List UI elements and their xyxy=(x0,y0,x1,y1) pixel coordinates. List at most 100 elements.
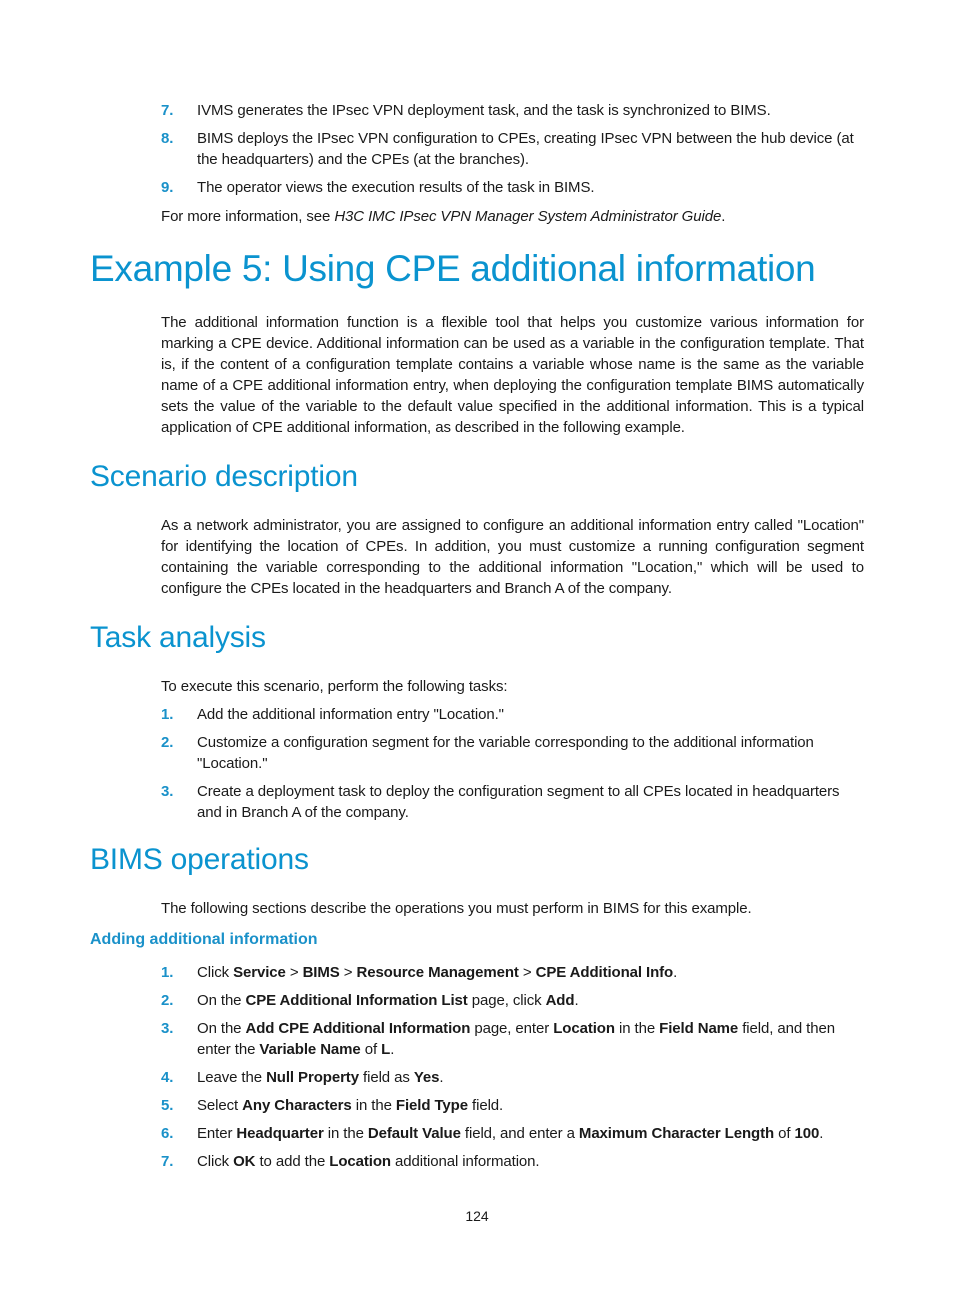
list-item: 8. BIMS deploys the IPsec VPN configurati… xyxy=(161,128,864,170)
scenario-text: As a network administrator, you are assi… xyxy=(161,517,864,597)
step-text: Leave the Null Property field as Yes. xyxy=(197,1069,444,1086)
step-number: 1. xyxy=(161,964,174,981)
step-number: 2. xyxy=(161,992,174,1009)
text-run: > xyxy=(285,964,303,981)
ui-term: Location xyxy=(329,1153,391,1170)
list-number: 1. xyxy=(161,706,174,723)
more-info-suffix: . xyxy=(721,208,726,225)
text-run: in the xyxy=(614,1020,660,1037)
more-info-prefix: For more information, see xyxy=(161,208,335,225)
list-text: BIMS deploys the IPsec VPN configuration… xyxy=(197,130,854,168)
text-run: additional information. xyxy=(390,1153,540,1170)
guide-reference: H3C IMC IPsec VPN Manager System Adminis… xyxy=(334,208,722,225)
text-run: Click xyxy=(197,964,234,981)
document-page: 7. IVMS generates the IPsec VPN deploymen… xyxy=(0,0,954,1296)
task-list: 1. Add the additional information entry "… xyxy=(161,704,864,830)
step-text: Click Service > BIMS > Resource Manageme… xyxy=(197,964,677,981)
ui-term: Variable Name xyxy=(259,1041,361,1058)
step-text: Select Any Characters in the Field Type … xyxy=(197,1097,503,1114)
list-item: 2. Customize a configuration segment for … xyxy=(161,732,864,774)
step-number: 6. xyxy=(161,1125,174,1142)
step-number: 3. xyxy=(161,1020,174,1037)
task-analysis-intro: To execute this scenario, perform the fo… xyxy=(161,678,508,695)
ui-term: Maximum Character Length xyxy=(578,1125,775,1142)
ui-term: OK xyxy=(233,1153,256,1170)
ui-term: Location xyxy=(553,1020,615,1037)
ui-term: BIMS xyxy=(302,964,340,981)
ui-term: Resource Management xyxy=(356,964,519,981)
list-text: IVMS generates the IPsec VPN deployment … xyxy=(197,102,771,119)
text-run: On the xyxy=(197,1020,246,1037)
list-text: Create a deployment task to deploy the c… xyxy=(197,783,840,821)
intro-list: 7. IVMS generates the IPsec VPN deploymen… xyxy=(161,100,864,205)
step-text: On the Add CPE Additional Information pa… xyxy=(197,1020,835,1058)
step-item: 4. Leave the Null Property field as Yes. xyxy=(161,1067,864,1088)
list-text: Customize a configuration segment for th… xyxy=(197,734,814,772)
text-run: in the xyxy=(351,1097,396,1114)
step-item: 5. Select Any Characters in the Field Typ… xyxy=(161,1095,864,1116)
ui-term: Field Name xyxy=(659,1020,739,1037)
ui-term: Service xyxy=(233,964,286,981)
page-number: 124 xyxy=(465,1208,489,1224)
step-text: On the CPE Additional Information List p… xyxy=(197,992,579,1009)
example-intro: The additional information function is a… xyxy=(161,314,864,436)
ui-term: Null Property xyxy=(266,1069,359,1086)
ui-term: Add CPE Additional Information xyxy=(245,1020,471,1037)
step-item: 2. On the CPE Additional Information List… xyxy=(161,990,864,1011)
list-item: 1. Add the additional information entry "… xyxy=(161,704,864,725)
text-run: field as xyxy=(358,1069,414,1086)
ui-term: Headquarter xyxy=(236,1125,324,1142)
ui-term: CPE Additional Info xyxy=(535,964,674,981)
task-analysis-heading: Task analysis xyxy=(90,621,266,654)
step-item: 1. Click Service > BIMS > Resource Manage… xyxy=(161,962,864,983)
text-run: field. xyxy=(467,1097,504,1114)
ui-term: Yes xyxy=(413,1069,440,1086)
ui-term: L xyxy=(381,1041,391,1058)
list-item: 3. Create a deployment task to deploy the… xyxy=(161,781,864,823)
steps-list: 1. Click Service > BIMS > Resource Manage… xyxy=(161,962,864,1179)
text-run: field, and enter a xyxy=(460,1125,579,1142)
text-run: of xyxy=(774,1125,795,1142)
text-run: . xyxy=(574,992,579,1009)
ui-term: Any Characters xyxy=(242,1097,352,1114)
step-number: 4. xyxy=(161,1069,174,1086)
text-run: Select xyxy=(197,1097,243,1114)
text-run: of xyxy=(360,1041,382,1058)
text-run: Click xyxy=(197,1153,234,1170)
list-number: 2. xyxy=(161,734,174,751)
list-number: 9. xyxy=(161,179,174,196)
list-item: 7. IVMS generates the IPsec VPN deploymen… xyxy=(161,100,864,121)
adding-info-subheading: Adding additional information xyxy=(90,931,318,948)
step-item: 6. Enter Headquarter in the Default Value… xyxy=(161,1123,864,1144)
step-number: 5. xyxy=(161,1097,174,1114)
bims-operations-heading: BIMS operations xyxy=(90,843,309,876)
text-run: > xyxy=(339,964,357,981)
step-text: Enter Headquarter in the Default Value f… xyxy=(197,1125,823,1142)
bims-operations-intro: The following sections describe the oper… xyxy=(161,900,752,917)
text-run: . xyxy=(439,1069,444,1086)
step-item: 7. Click OK to add the Location additiona… xyxy=(161,1151,864,1172)
text-run: in the xyxy=(323,1125,368,1142)
text-run: . xyxy=(390,1041,395,1058)
more-info-text: For more information, see H3C IMC IPsec … xyxy=(161,206,864,227)
list-number: 7. xyxy=(161,102,174,119)
text-run: Leave the xyxy=(197,1069,267,1086)
step-item: 3. On the Add CPE Additional Information … xyxy=(161,1018,864,1060)
example-heading: Example 5: Using CPE additional informat… xyxy=(90,248,816,289)
text-run: . xyxy=(819,1125,824,1142)
text-run: On the xyxy=(197,992,246,1009)
text-run: to add the xyxy=(255,1153,330,1170)
scenario-heading: Scenario description xyxy=(90,460,358,493)
step-text: Click OK to add the Location additional … xyxy=(197,1153,540,1170)
list-text: Add the additional information entry "Lo… xyxy=(197,706,504,723)
ui-term: Add xyxy=(545,992,575,1009)
ui-term: CPE Additional Information List xyxy=(245,992,468,1009)
list-text: The operator views the execution results… xyxy=(197,179,595,196)
text-run: . xyxy=(673,964,678,981)
text-run: page, click xyxy=(467,992,546,1009)
text-run: > xyxy=(518,964,536,981)
ui-term: 100 xyxy=(794,1125,820,1142)
text-run: Enter xyxy=(197,1125,237,1142)
text-run: page, enter xyxy=(470,1020,554,1037)
list-number: 8. xyxy=(161,130,174,147)
